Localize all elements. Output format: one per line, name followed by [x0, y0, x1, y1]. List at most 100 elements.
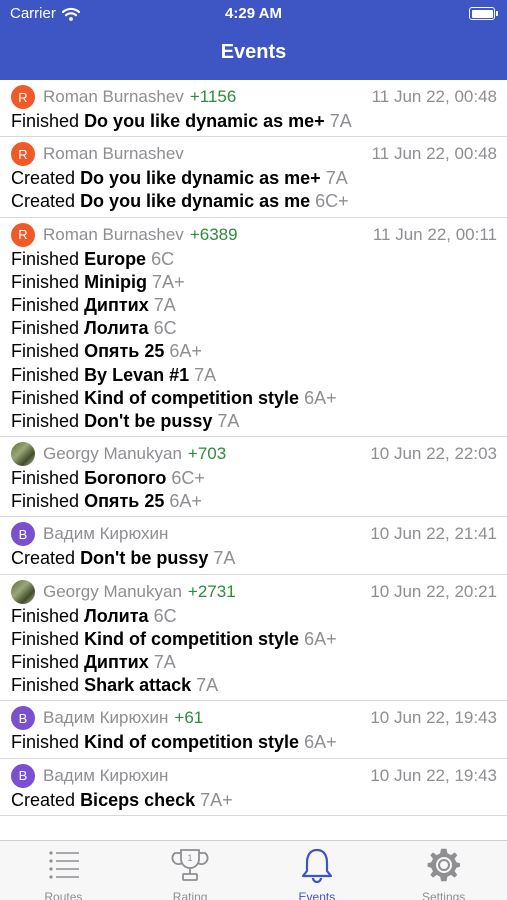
- event-timestamp: 10 Jun 22, 22:03: [370, 444, 497, 464]
- event-line[interactable]: Finished Don't be pussy 7A: [11, 410, 497, 433]
- user-avatar[interactable]: В: [11, 706, 35, 731]
- user-name[interactable]: Вадим Кирюхин: [43, 766, 168, 786]
- tab-settings[interactable]: Settings: [380, 841, 507, 900]
- event-line[interactable]: Finished Диптих 7A: [11, 651, 497, 674]
- event-line[interactable]: Finished Shark attack 7A: [11, 674, 497, 697]
- battery-icon: [469, 7, 498, 20]
- user-name[interactable]: Roman Burnashev: [43, 87, 184, 107]
- event-cell[interactable]: R Roman Burnashev +6389 11 Jun 22, 00:11 Fin…: [0, 218, 507, 438]
- route-grade: 7A: [329, 111, 352, 131]
- event-line[interactable]: Finished Kind of competition style 6A+: [11, 628, 497, 651]
- user-name[interactable]: Вадим Кирюхин: [43, 524, 168, 544]
- event-line[interactable]: Finished Опять 25 6A+: [11, 490, 497, 513]
- status-bar: Carrier 4:29 AM: [0, 0, 507, 28]
- route-grade: 6A+: [304, 387, 337, 408]
- event-line[interactable]: Created Biceps check 7A+: [11, 789, 497, 812]
- user-name[interactable]: Roman Burnashev: [43, 225, 184, 245]
- event-line[interactable]: Finished Лолита 6C: [11, 605, 497, 628]
- tab-label: Rating: [172, 890, 208, 900]
- route-name[interactable]: Do you like dynamic as me: [80, 191, 310, 211]
- route-name[interactable]: Do you like dynamic as me+: [80, 168, 321, 188]
- event-line[interactable]: Finished Богопого 6C+: [11, 467, 497, 490]
- user-avatar[interactable]: В: [11, 522, 35, 547]
- route-name[interactable]: Do you like dynamic as me+: [84, 111, 325, 131]
- event-action: Created: [11, 548, 76, 569]
- user-avatar[interactable]: R: [11, 222, 35, 247]
- event-cell[interactable]: В Вадим Кирюхин 10 Jun 22, 21:41 Created Do…: [0, 517, 507, 575]
- route-name[interactable]: Don't be pussy: [80, 548, 208, 568]
- user-name[interactable]: Вадим Кирюхин: [43, 708, 168, 728]
- event-line[interactable]: Finished Europe 6C: [11, 248, 497, 271]
- event-timestamp: 11 Jun 22, 00:48: [371, 87, 497, 106]
- route-grade: 7A+: [200, 789, 233, 810]
- event-line[interactable]: Finished Minipig 7A+: [11, 271, 497, 294]
- route-name[interactable]: Опять 25: [84, 491, 169, 511]
- event-line[interactable]: Created Don't be pussy 7A: [11, 547, 497, 570]
- event-action: Finished: [11, 652, 80, 672]
- route-name[interactable]: Лолита: [84, 318, 149, 338]
- event-action: Created: [11, 789, 76, 810]
- gear-icon: [424, 847, 464, 888]
- event-cell[interactable]: В Вадим Кирюхин +61 10 Jun 22, 19:43 Finishe…: [0, 701, 507, 759]
- event-cell[interactable]: Georgy Manukyan +2731 10 Jun 22, 20:21 Fini…: [0, 575, 507, 702]
- route-name[interactable]: Диптих: [84, 652, 149, 672]
- event-action: Finished: [11, 318, 80, 339]
- user-avatar[interactable]: [11, 442, 35, 467]
- event-action: Finished: [11, 732, 80, 753]
- event-action: Finished: [11, 271, 80, 292]
- event-cell[interactable]: R Roman Burnashev 11 Jun 22, 00:48 Created …: [0, 137, 507, 218]
- user-name[interactable]: Georgy Manukyan: [43, 444, 182, 464]
- route-name[interactable]: Лолита: [84, 606, 149, 626]
- event-line[interactable]: Finished Опять 25 6A+: [11, 340, 497, 363]
- route-grade: 7A+: [152, 271, 185, 292]
- event-cell[interactable]: Georgy Manukyan +703 10 Jun 22, 22:03 Finis…: [0, 437, 507, 518]
- route-name[interactable]: Shark attack: [84, 675, 191, 695]
- user-avatar[interactable]: R: [11, 142, 35, 167]
- route-name[interactable]: Kind of competition style: [84, 388, 299, 408]
- event-action: Finished: [11, 468, 80, 489]
- event-line[interactable]: Finished By Levan #1 7A: [11, 364, 497, 387]
- route-grade: 7A: [196, 675, 219, 696]
- event-line[interactable]: Created Do you like dynamic as me 6C+: [11, 190, 497, 213]
- route-name[interactable]: Kind of competition style: [84, 629, 299, 649]
- status-time: 4:29 AM: [225, 5, 282, 22]
- route-name[interactable]: Don't be pussy: [84, 411, 212, 431]
- user-avatar[interactable]: R: [11, 85, 35, 109]
- user-name[interactable]: Georgy Manukyan: [43, 582, 182, 602]
- tab-routes[interactable]: Routes: [0, 841, 127, 900]
- event-header: Georgy Manukyan +2731 10 Jun 22, 20:21: [11, 579, 497, 605]
- user-avatar[interactable]: В: [11, 763, 35, 788]
- route-name[interactable]: Опять 25: [84, 341, 169, 361]
- route-name[interactable]: Biceps check: [80, 790, 195, 810]
- route-name[interactable]: Kind of competition style: [84, 732, 299, 752]
- route-name[interactable]: Диптих: [84, 295, 149, 315]
- event-line[interactable]: Finished Do you like dynamic as me+ 7A: [11, 110, 497, 133]
- event-action: Finished: [11, 364, 80, 385]
- event-line[interactable]: Finished Kind of competition style 6A+: [11, 731, 497, 754]
- event-cell[interactable]: R Roman Burnashev +1156 11 Jun 22, 00:48 Fin…: [0, 80, 507, 138]
- route-name[interactable]: Minipig: [84, 272, 152, 292]
- tab-bar: Routes 1 Rating Events Settings: [0, 840, 507, 900]
- event-line[interactable]: Finished Лолита 6C: [11, 317, 497, 340]
- tab-label: Settings: [421, 890, 466, 900]
- score-delta: +61: [174, 708, 204, 728]
- route-grade: 6A+: [169, 491, 202, 512]
- route-name[interactable]: Богопого: [84, 468, 166, 488]
- event-action: Finished: [11, 111, 80, 131]
- route-grade: 6A+: [169, 341, 202, 362]
- route-grade: 7A: [194, 364, 217, 385]
- user-name[interactable]: Roman Burnashev: [43, 144, 184, 164]
- event-cell[interactable]: В Вадим Кирюхин 10 Jun 22, 19:43 Created Bi…: [0, 759, 507, 816]
- user-avatar[interactable]: [11, 579, 35, 604]
- trophy-icon: 1: [170, 847, 210, 888]
- tab-events[interactable]: Events: [254, 841, 381, 900]
- event-line[interactable]: Created Do you like dynamic as me+ 7A: [11, 167, 497, 190]
- route-name[interactable]: Europe: [84, 249, 146, 269]
- events-feed[interactable]: R Roman Burnashev +1156 11 Jun 22, 00:48 Fin…: [0, 80, 507, 840]
- event-line[interactable]: Finished Диптих 7A: [11, 294, 497, 317]
- route-grade: 6A+: [304, 628, 337, 649]
- route-name[interactable]: By Levan #1: [84, 365, 189, 385]
- tab-rating[interactable]: 1 Rating: [127, 841, 254, 900]
- event-timestamp: 11 Jun 22, 00:48: [371, 144, 497, 164]
- event-line[interactable]: Finished Kind of competition style 6A+: [11, 387, 497, 410]
